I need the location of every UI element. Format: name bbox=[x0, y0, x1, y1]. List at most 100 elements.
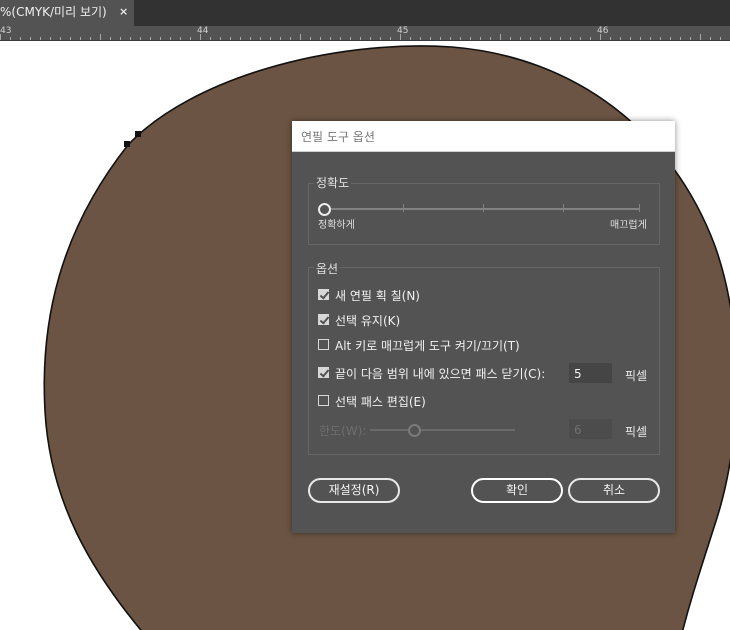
ruler-tick bbox=[50, 37, 51, 40]
ruler-tick bbox=[160, 37, 161, 40]
ruler-tick bbox=[440, 37, 441, 40]
ruler-tick bbox=[500, 34, 501, 40]
ruler-tick bbox=[600, 34, 601, 40]
ruler-tick bbox=[640, 37, 641, 40]
ruler-tick bbox=[80, 37, 81, 40]
ruler-tick bbox=[370, 37, 371, 40]
ruler-tick bbox=[470, 37, 471, 40]
accuracy-group bbox=[308, 183, 660, 245]
ruler-tick bbox=[620, 37, 621, 40]
ruler-tick bbox=[530, 37, 531, 40]
ruler-tick bbox=[70, 37, 71, 40]
ruler-tick bbox=[330, 37, 331, 40]
ruler-tick bbox=[350, 37, 351, 40]
ruler-tick bbox=[40, 37, 41, 40]
ruler-tick bbox=[650, 37, 651, 40]
options-group-label: 옵션 bbox=[314, 260, 341, 277]
within-slider-track[interactable] bbox=[370, 429, 515, 431]
ruler-tick bbox=[390, 37, 391, 40]
keep-selected-checkbox[interactable] bbox=[318, 314, 329, 325]
horizontal-ruler[interactable]: 43 44 45 46 bbox=[0, 26, 730, 41]
ruler-tick bbox=[210, 37, 211, 40]
ruler-tick bbox=[680, 37, 681, 40]
alt-toggle-checkbox[interactable] bbox=[318, 339, 329, 350]
ruler-tick bbox=[100, 34, 101, 40]
ruler-tick bbox=[230, 37, 231, 40]
within-label: 한도(W): bbox=[319, 424, 367, 438]
close-paths-label: 끝이 다음 범위 내에 있으면 패스 닫기(C): bbox=[335, 367, 546, 381]
ruler-tick bbox=[630, 37, 631, 40]
ruler-tick bbox=[710, 37, 711, 40]
ruler-tick bbox=[580, 37, 581, 40]
ruler-tick bbox=[180, 37, 181, 40]
slider-tick bbox=[403, 204, 404, 212]
ruler-tick bbox=[10, 37, 11, 40]
ruler-tick bbox=[310, 37, 311, 40]
ruler-tick bbox=[400, 34, 401, 40]
document-tab[interactable]: %(CMYK/미리 보기) × bbox=[0, 0, 134, 26]
ruler-tick bbox=[290, 37, 291, 40]
dialog-title: 연필 도구 옵션 bbox=[301, 130, 375, 144]
pencil-tool-options-dialog: 연필 도구 옵션 정확도 정확하게 매끄럽게 옵션 새 연필 획 칠(N) 선택… bbox=[292, 121, 675, 533]
reset-button[interactable]: 재설정(R) bbox=[308, 478, 400, 503]
ruler-tick bbox=[60, 37, 61, 40]
ruler-tick bbox=[130, 37, 131, 40]
close-paths-checkbox[interactable] bbox=[318, 367, 329, 378]
ruler-tick bbox=[590, 37, 591, 40]
ruler-tick bbox=[670, 37, 671, 40]
close-paths-unit: 픽셀 bbox=[625, 369, 648, 383]
ruler-tick bbox=[420, 37, 421, 40]
ruler-tick bbox=[90, 37, 91, 40]
slider-tick bbox=[563, 204, 564, 212]
ruler-label: 44 bbox=[197, 26, 209, 36]
accuracy-slider-knob[interactable] bbox=[318, 203, 331, 216]
ruler-tick bbox=[460, 37, 461, 40]
fill-new-label: 새 연필 획 칠(N) bbox=[335, 289, 420, 303]
ruler-tick bbox=[190, 37, 191, 40]
ruler-tick bbox=[170, 37, 171, 40]
ruler-tick bbox=[270, 37, 271, 40]
accuracy-right-label: 매끄럽게 bbox=[610, 220, 647, 231]
ruler-tick bbox=[120, 37, 121, 40]
ruler-tick bbox=[480, 37, 481, 40]
ok-button[interactable]: 확인 bbox=[471, 478, 563, 503]
ruler-tick bbox=[560, 37, 561, 40]
ruler-tick bbox=[540, 37, 541, 40]
document-tab-title: %(CMYK/미리 보기) bbox=[0, 5, 107, 19]
ruler-label: 46 bbox=[597, 26, 609, 36]
anchor-point[interactable] bbox=[135, 131, 141, 137]
keep-selected-label: 선택 유지(K) bbox=[335, 314, 401, 328]
close-tab-icon[interactable]: × bbox=[119, 1, 128, 23]
within-unit: 픽셀 bbox=[625, 425, 648, 439]
edit-selected-checkbox[interactable] bbox=[318, 395, 329, 406]
ruler-tick bbox=[450, 37, 451, 40]
ruler-tick bbox=[300, 34, 301, 40]
ruler-tick bbox=[20, 37, 21, 40]
ruler-tick bbox=[660, 37, 661, 40]
accuracy-left-label: 정확하게 bbox=[318, 220, 355, 231]
ruler-tick bbox=[720, 37, 721, 40]
ruler-tick bbox=[30, 37, 31, 40]
close-paths-input[interactable]: 5 bbox=[569, 363, 612, 383]
ruler-tick bbox=[520, 37, 521, 40]
fill-new-checkbox[interactable] bbox=[318, 289, 329, 300]
ruler-tick bbox=[260, 37, 261, 40]
ruler-tick bbox=[140, 37, 141, 40]
dialog-title-bar[interactable]: 연필 도구 옵션 bbox=[292, 121, 675, 152]
within-slider-knob[interactable] bbox=[408, 424, 421, 437]
anchor-point[interactable] bbox=[124, 141, 130, 147]
ruler-tick bbox=[510, 37, 511, 40]
within-input[interactable]: 6 bbox=[569, 419, 612, 439]
slider-tick bbox=[483, 204, 484, 212]
cancel-button[interactable]: 취소 bbox=[568, 478, 660, 503]
ruler-tick bbox=[320, 37, 321, 40]
accuracy-slider-track[interactable] bbox=[323, 208, 639, 210]
edit-selected-label: 선택 패스 편집(E) bbox=[335, 395, 426, 409]
alt-toggle-label: Alt 키로 매끄럽게 도구 켜기/끄기(T) bbox=[335, 339, 520, 353]
ruler-tick bbox=[150, 37, 151, 40]
ruler-tick bbox=[280, 37, 281, 40]
ruler-tick bbox=[220, 37, 221, 40]
ruler-tick bbox=[570, 37, 571, 40]
ruler-tick bbox=[110, 37, 111, 40]
ruler-tick bbox=[340, 37, 341, 40]
